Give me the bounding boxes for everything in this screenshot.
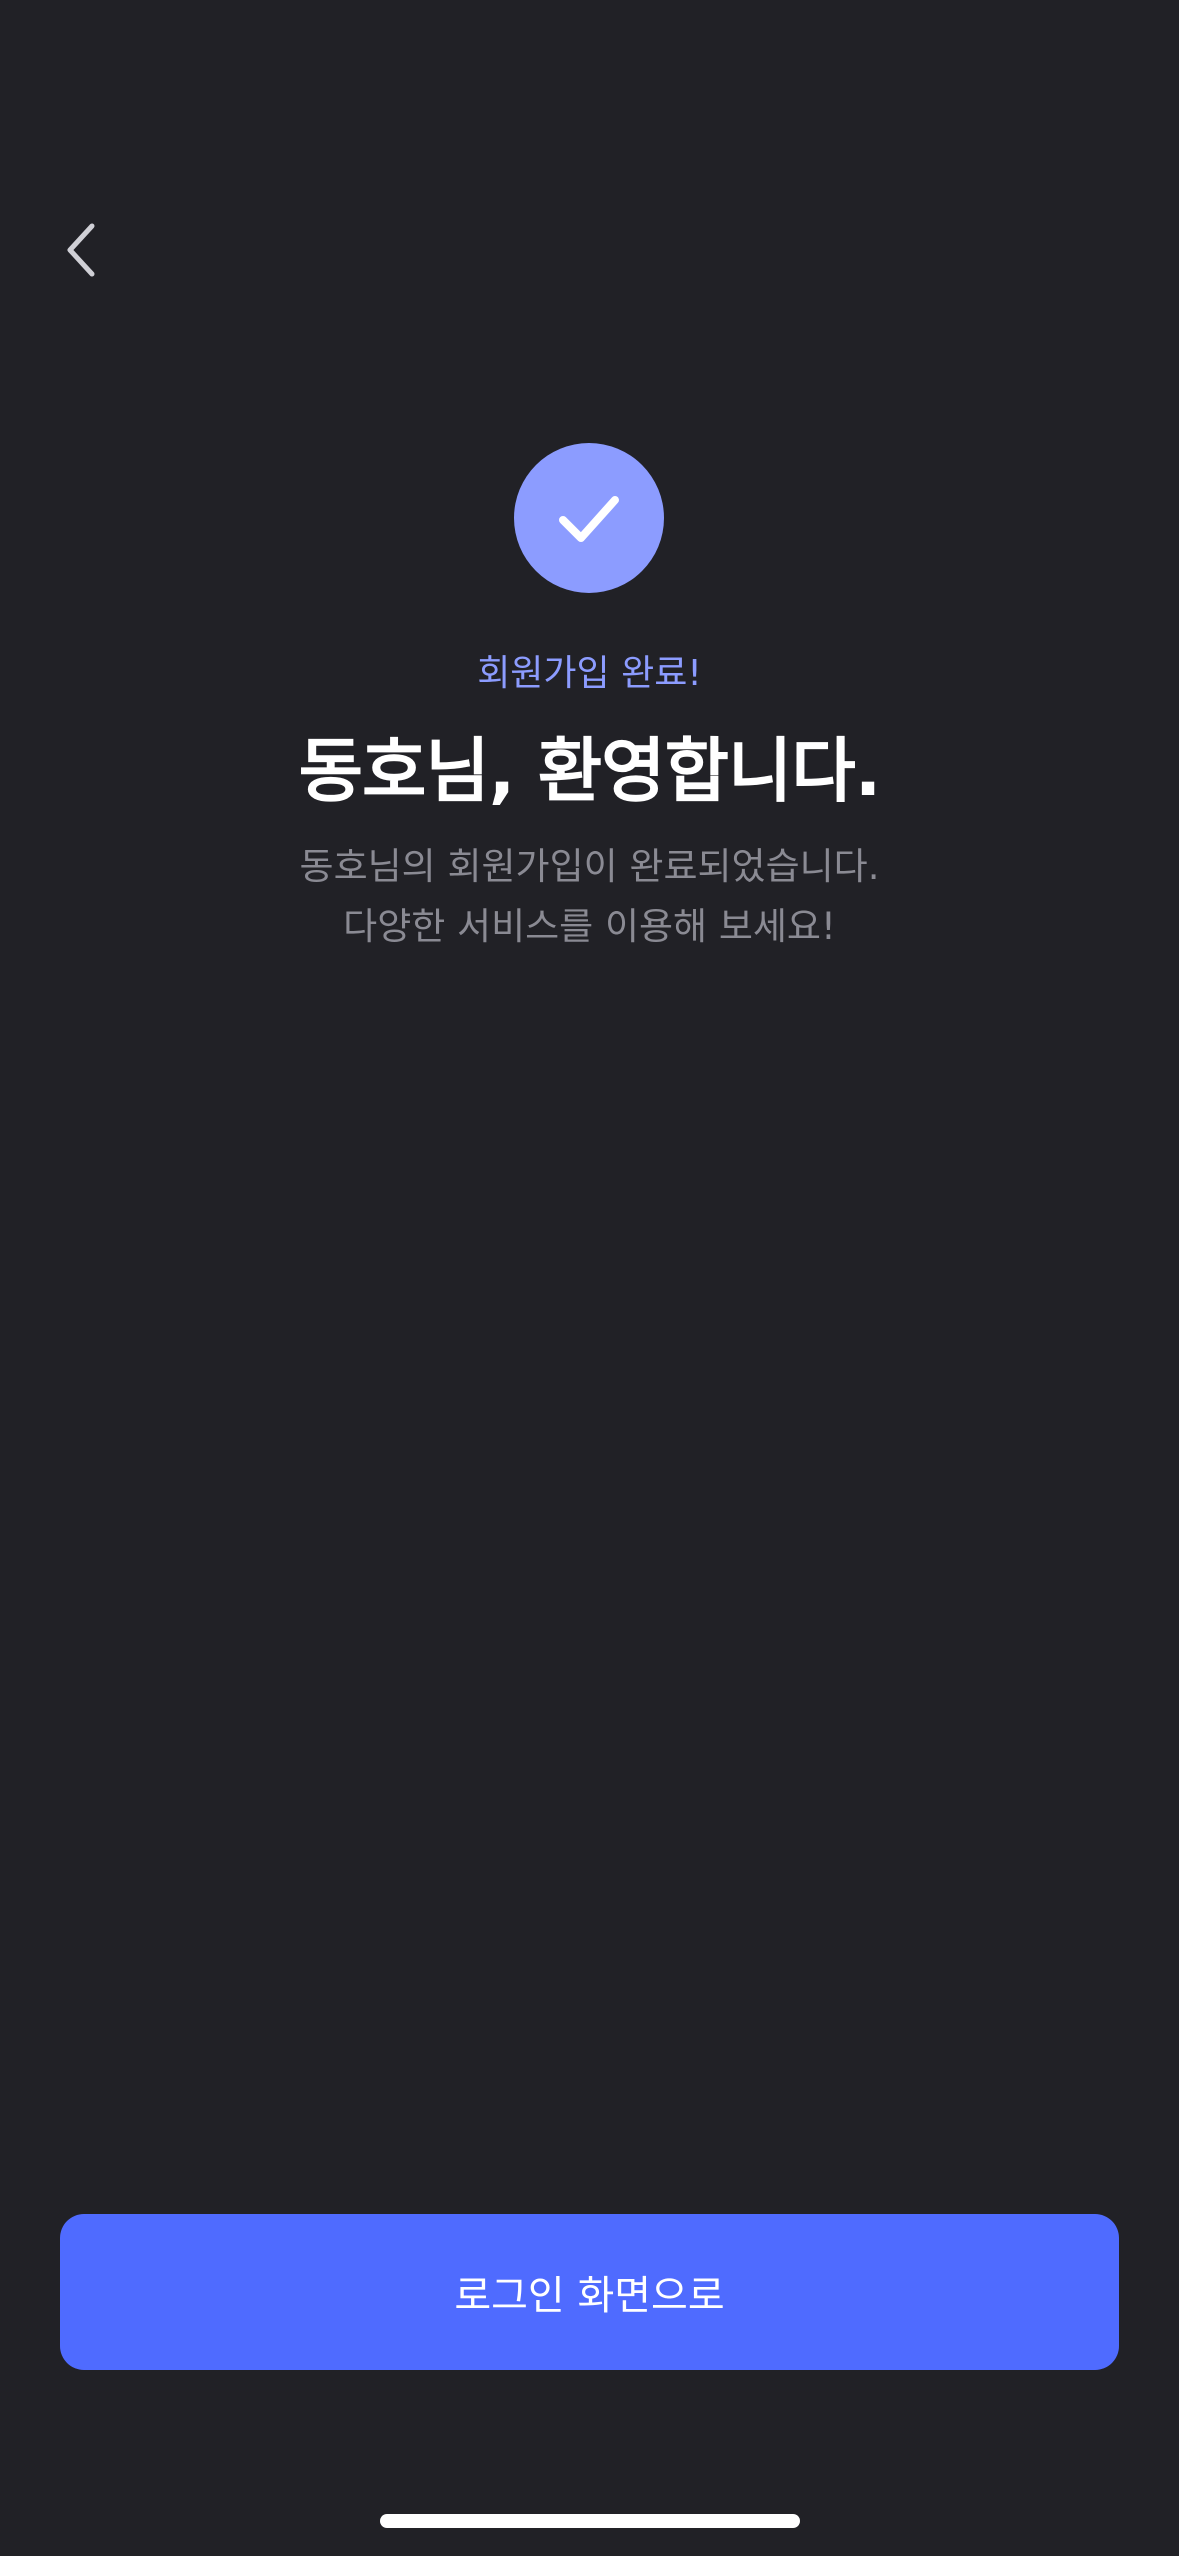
welcome-headline: 동호님, 환영합니다. [298, 730, 882, 812]
description-line-2: 다양한 서비스를 이용해 보세요! [343, 905, 836, 948]
home-indicator [380, 2514, 800, 2528]
go-to-login-button[interactable]: 로그인 화면으로 [60, 2214, 1119, 2370]
signup-complete-screen: 회원가입 완료! 동호님, 환영합니다. 동호님의 회원가입이 완료되었습니다.… [0, 0, 1179, 2556]
chevron-left-icon [67, 223, 95, 277]
description-line-1: 동호님의 회원가입이 완료되었습니다. [299, 845, 880, 888]
back-button[interactable] [48, 200, 120, 296]
signup-complete-label: 회원가입 완료! [477, 653, 702, 694]
success-badge [514, 443, 664, 593]
checkmark-icon [559, 496, 619, 542]
